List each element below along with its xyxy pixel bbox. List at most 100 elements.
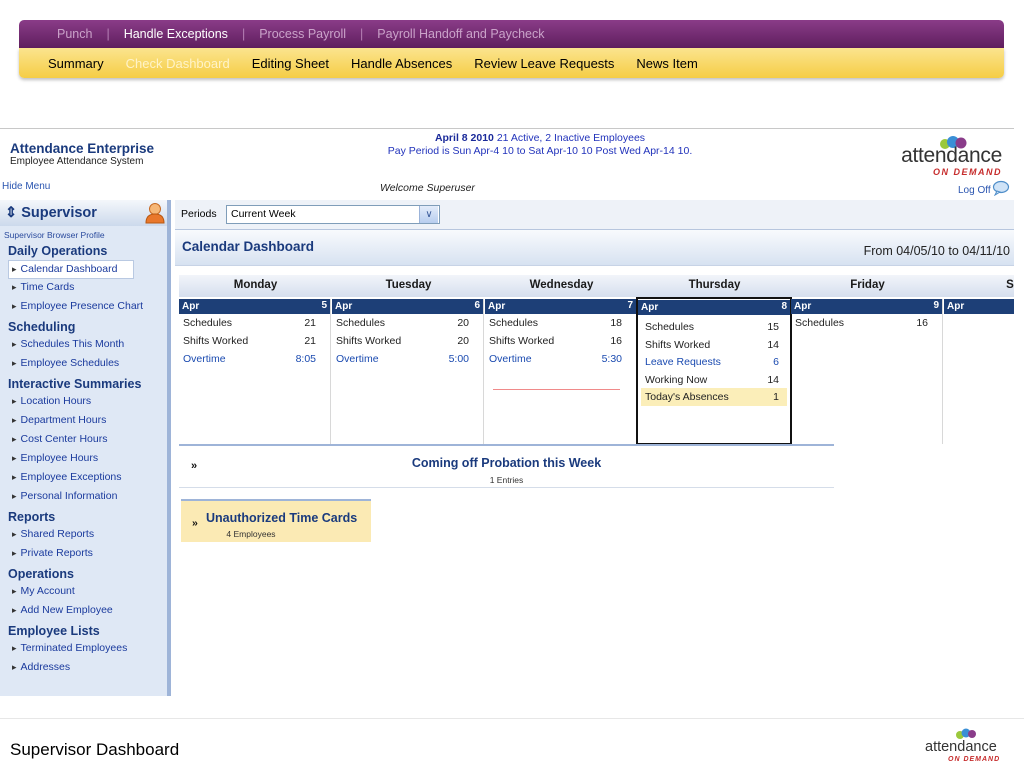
chat-bubble-icon[interactable] [992, 180, 1010, 196]
sidebar-item-terminated-employees[interactable]: Terminated Employees [0, 640, 167, 659]
stat-value: 21 [304, 317, 316, 329]
weekday-monday: Monday [233, 279, 278, 291]
footer-logo: attendance ON DEMAND [920, 728, 1015, 766]
sidebar-item-private-reports[interactable]: Private Reports [0, 545, 167, 564]
day-cell-tuesday[interactable]: Apr 6 Schedules 20 Shifts Worked 20 Overti… [332, 299, 484, 444]
section-scheduling[interactable]: Scheduling [0, 317, 167, 336]
stat-label: Leave Requests [645, 356, 721, 368]
subtab-check-dashboard[interactable]: Check Dashboard [115, 56, 241, 71]
overtime-underline [493, 389, 620, 390]
stat-label: Overtime [183, 353, 226, 365]
tab-separator: | [360, 27, 364, 41]
footer-logo-word: attendance [925, 739, 997, 755]
employee-counts: 21 Active, 2 Inactive Employees [496, 132, 646, 144]
supervisor-profile-link[interactable]: Supervisor Browser Profile [4, 230, 105, 240]
tab-punch[interactable]: Punch [47, 27, 102, 41]
section-interactive-summaries[interactable]: Interactive Summaries [0, 374, 167, 393]
section-operations[interactable]: Operations [0, 564, 167, 583]
sidebar-item-add-new-employee[interactable]: Add New Employee [0, 602, 167, 621]
overtime-link[interactable]: Overtime 5:30 [485, 350, 636, 368]
day-header: Apr 7 [485, 299, 636, 314]
stat-label: Shifts Worked [489, 335, 555, 347]
overtime-link[interactable]: Overtime 8:05 [179, 350, 330, 368]
sidebar-item-schedules-this-month[interactable]: Schedules This Month [0, 336, 167, 355]
subtab-summary[interactable]: Summary [37, 56, 115, 71]
log-off-link[interactable]: Log Off [958, 185, 991, 196]
sidebar-item-employee-schedules[interactable]: Employee Schedules [0, 355, 167, 374]
logo-word: attendance [901, 144, 1002, 167]
probation-panel[interactable]: » Coming off Probation this Week 1 Entri… [179, 444, 834, 488]
subtab-news-item[interactable]: News Item [625, 56, 708, 71]
sidebar-item-time-cards[interactable]: Time Cards [0, 279, 167, 298]
stat-label: Today's Absences [645, 391, 729, 403]
periods-label: Periods [181, 208, 217, 220]
weekday-thursday: Thursday [688, 279, 741, 291]
sidebar-item-calendar-dashboard[interactable]: Calendar Dashboard [8, 260, 134, 279]
secondary-tabs: Summary Check Dashboard Editing Sheet Ha… [19, 48, 1004, 78]
unauthorized-time-cards-panel[interactable]: » Unauthorized Time Cards 4 Employees [181, 499, 371, 542]
day-stat-row: Shifts Worked 21 [179, 332, 330, 350]
day-month: Apr [182, 301, 200, 312]
sidebar-item-location-hours[interactable]: Location Hours [0, 393, 167, 412]
day-header: Apr 9 [791, 299, 942, 314]
stat-value: 15 [767, 321, 779, 333]
sidebar-item-department-hours[interactable]: Department Hours [0, 412, 167, 431]
supervisor-header[interactable]: ⇕ Supervisor [0, 200, 167, 226]
footer-logo-tagline: ON DEMAND [948, 756, 1001, 763]
expand-chevron-icon[interactable]: » [192, 517, 198, 529]
periods-bar: Periods Current Week ∨ [175, 200, 1014, 230]
sidebar-item-addresses[interactable]: Addresses [0, 659, 167, 678]
day-month: Apr [947, 301, 965, 312]
pay-period: Pay Period is Sun Apr-4 10 to Sat Apr-10… [387, 145, 693, 157]
sidebar-item-employee-hours[interactable]: Employee Hours [0, 450, 167, 469]
day-cell-wednesday[interactable]: Apr 7 Schedules 18 Shifts Worked 16 Overti… [485, 299, 637, 444]
tab-process-payroll[interactable]: Process Payroll [249, 27, 356, 41]
periods-select[interactable]: Current Week [226, 205, 440, 224]
tab-separator: | [106, 27, 110, 41]
subtab-editing-sheet[interactable]: Editing Sheet [241, 56, 340, 71]
chevron-down-icon[interactable]: ∨ [419, 206, 438, 223]
day-cell-monday[interactable]: Apr 5 Schedules 21 Shifts Worked 21 Overti… [179, 299, 331, 444]
stat-label: Schedules [336, 317, 386, 329]
tab-handle-exceptions[interactable]: Handle Exceptions [114, 27, 238, 41]
dashboard-header: Calendar Dashboard From 04/05/10 to 04/1… [175, 230, 1014, 266]
stat-value: 16 [916, 317, 928, 329]
user-avatar-icon [145, 203, 165, 224]
todays-absences-row[interactable]: Today's Absences 1 [641, 388, 787, 406]
section-daily-operations[interactable]: Daily Operations [0, 241, 167, 260]
sidebar-item-my-account[interactable]: My Account [0, 583, 167, 602]
section-reports[interactable]: Reports [0, 507, 167, 526]
sidebar-item-employee-presence-chart[interactable]: Employee Presence Chart [0, 298, 167, 317]
stat-label: Overtime [336, 353, 379, 365]
day-cell-saturday[interactable]: Apr [944, 299, 1014, 444]
footer-divider [0, 718, 1024, 719]
day-month: Apr [488, 301, 506, 312]
day-number: 6 [474, 300, 480, 311]
stat-value: 5:30 [601, 353, 622, 365]
sidebar-item-employee-exceptions[interactable]: Employee Exceptions [0, 469, 167, 488]
day-header: Apr 6 [332, 299, 483, 314]
overtime-link[interactable]: Overtime 5:00 [332, 350, 483, 368]
sidebar-item-personal-information[interactable]: Personal Information [0, 488, 167, 507]
tab-payroll-handoff[interactable]: Payroll Handoff and Paycheck [367, 27, 554, 41]
stat-label: Shifts Worked [645, 338, 711, 351]
probation-title: Coming off Probation this Week [411, 456, 602, 470]
unauthorized-count: 4 Employees [226, 529, 276, 539]
day-stat-row: Schedules 18 [485, 314, 636, 332]
day-cell-thursday-today[interactable]: Apr 8 Schedules 15 Shifts Worked 14 Leave … [636, 297, 792, 445]
hide-menu-link[interactable]: Hide Menu [2, 181, 50, 192]
role-title[interactable]: ⇕ Supervisor [5, 205, 97, 221]
weekday-saturday: Sat [1006, 279, 1014, 291]
subtab-review-leave-requests[interactable]: Review Leave Requests [463, 56, 625, 71]
day-cell-friday[interactable]: Apr 9 Schedules 16 [791, 299, 943, 444]
leave-requests-link[interactable]: Leave Requests 6 [641, 353, 787, 371]
sidebar-menu: Daily Operations Calendar Dashboard Time… [0, 241, 167, 678]
sidebar-item-cost-center-hours[interactable]: Cost Center Hours [0, 431, 167, 450]
subtab-handle-absences[interactable]: Handle Absences [340, 56, 463, 71]
day-stat-row: Shifts Worked 14 [641, 336, 787, 354]
stat-label: Schedules [795, 317, 845, 329]
section-employee-lists[interactable]: Employee Lists [0, 621, 167, 640]
sidebar-item-shared-reports[interactable]: Shared Reports [0, 526, 167, 545]
page-title: Calendar Dashboard [182, 239, 315, 254]
current-date: April 8 2010 [434, 132, 494, 144]
